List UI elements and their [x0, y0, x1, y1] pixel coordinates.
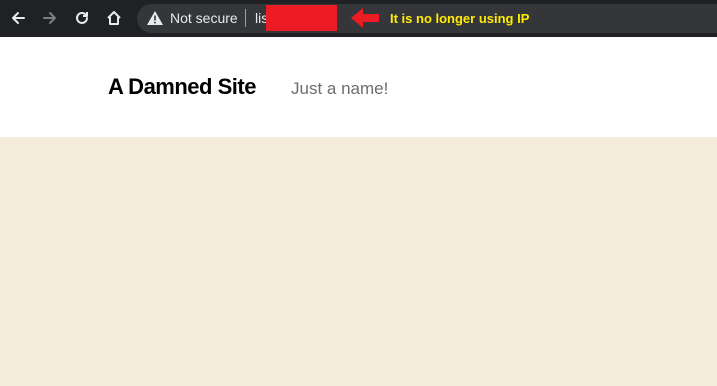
- site-tagline: Just a name!: [291, 79, 389, 98]
- annotation-text: It is no longer using IP: [390, 11, 530, 26]
- page-content: [0, 137, 717, 386]
- home-icon[interactable]: [102, 6, 126, 30]
- forward-icon[interactable]: [38, 6, 62, 30]
- warning-icon[interactable]: [146, 10, 164, 26]
- site-title[interactable]: A Damned Site: [108, 73, 256, 101]
- annotation-arrow-icon: [350, 7, 380, 29]
- reload-icon[interactable]: [70, 6, 94, 30]
- not-secure-label[interactable]: Not secure: [170, 10, 238, 27]
- redaction-box: [266, 5, 337, 31]
- back-icon[interactable]: [6, 6, 30, 30]
- address-separator: [245, 9, 246, 27]
